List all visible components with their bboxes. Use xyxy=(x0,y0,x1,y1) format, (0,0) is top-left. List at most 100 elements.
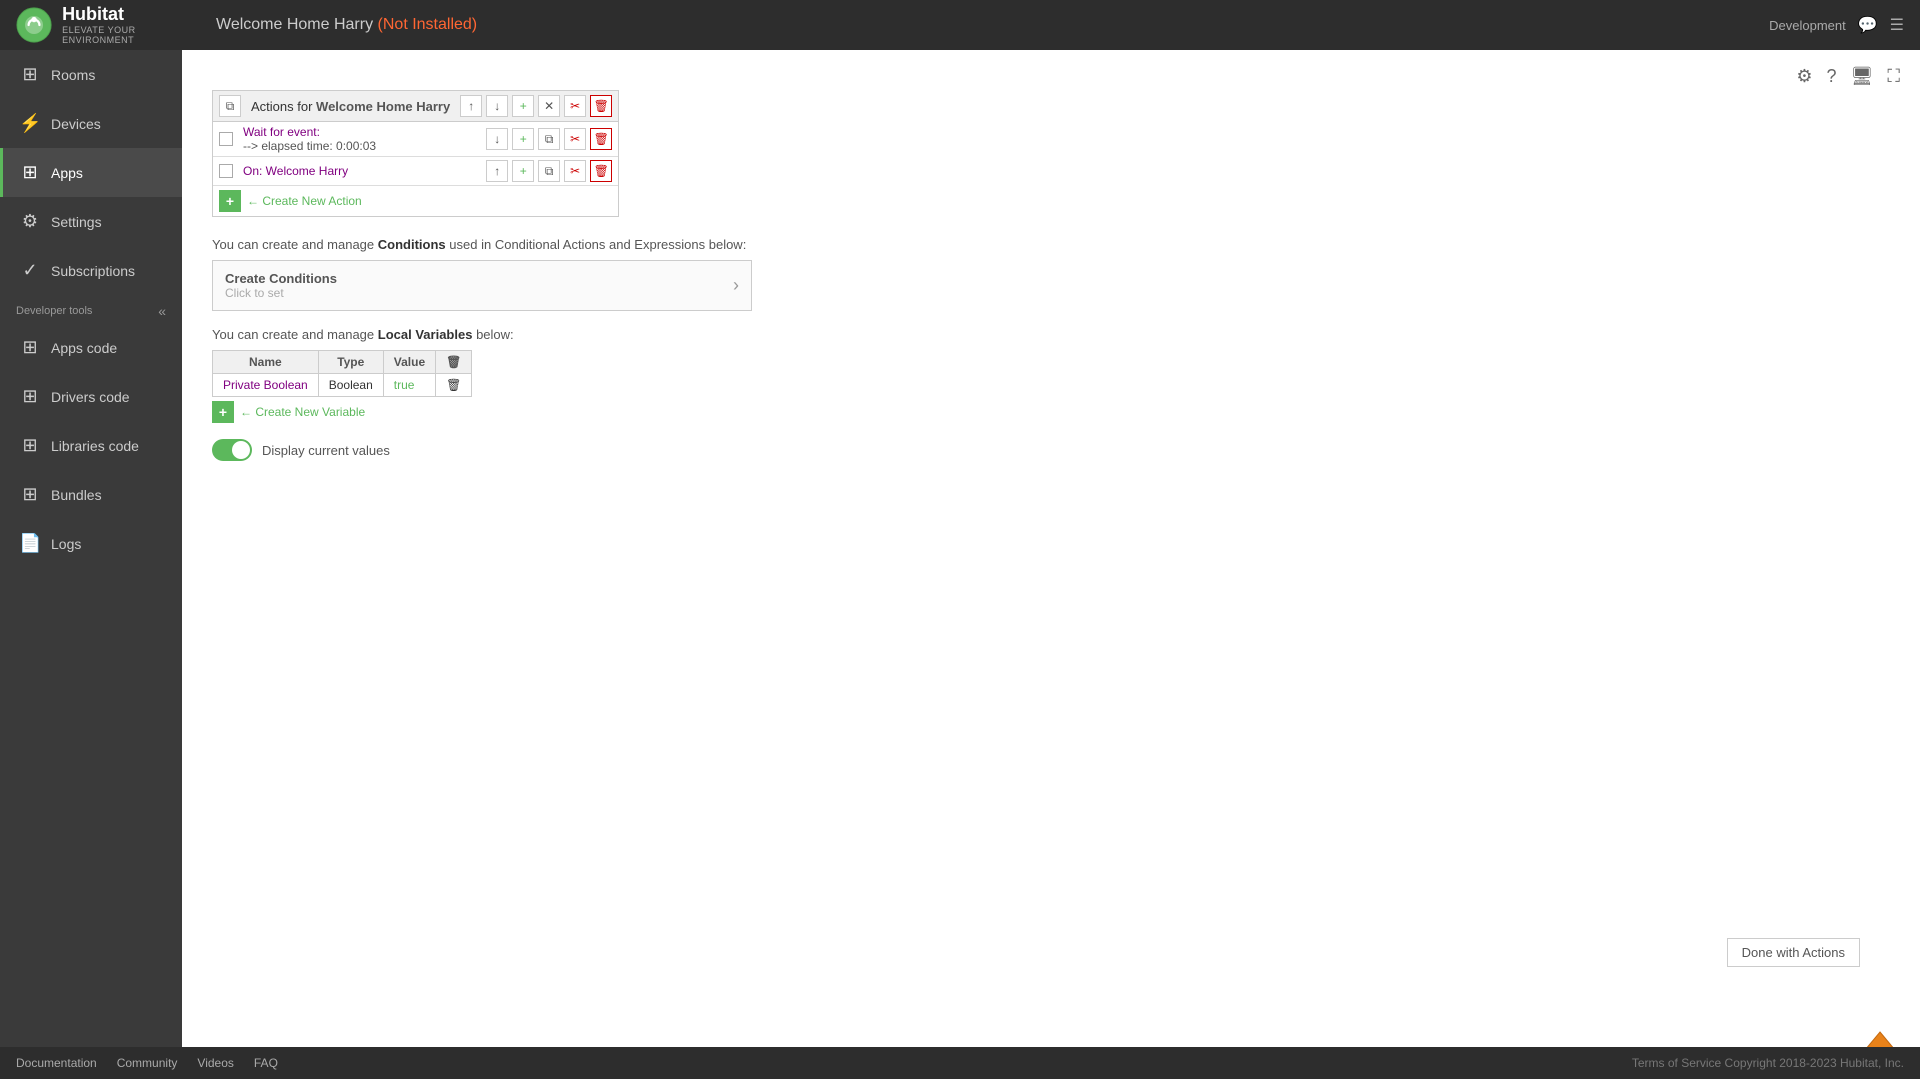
main-layout: ⊞ Rooms ⚡ Devices ⊞ Apps ⚙ Settings ✓ Su… xyxy=(0,50,1920,1047)
elapsed-text: --> elapsed time: 0:00:03 xyxy=(243,139,476,153)
row1-delete-btn[interactable]: 🗑 xyxy=(590,128,612,150)
devices-icon: ⚡ xyxy=(19,113,41,134)
add-var-row: + ← Create New Variable xyxy=(212,401,1890,423)
vars-col-delete: 🗑 xyxy=(436,351,472,374)
sidebar-item-label: Libraries code xyxy=(51,438,139,454)
row1-copy-btn[interactable]: ⧉ xyxy=(538,128,560,150)
row2-copy-btn[interactable]: ⧉ xyxy=(538,160,560,182)
footer-copyright: Terms of Service Copyright 2018-2023 Hub… xyxy=(1632,1056,1904,1070)
sidebar-item-apps[interactable]: ⊞ Apps xyxy=(0,148,182,197)
var-name-1: Private Boolean xyxy=(213,374,319,397)
sidebar-item-apps-code[interactable]: ⊞ Apps code xyxy=(0,323,182,372)
done-with-actions-btn[interactable]: Done with Actions xyxy=(1727,938,1860,967)
var-delete-1[interactable]: 🗑 xyxy=(436,374,472,397)
logs-icon: 📄 xyxy=(19,533,41,554)
var-type-1: Boolean xyxy=(318,374,383,397)
environment-label: Development xyxy=(1769,18,1846,33)
row1-down-btn[interactable]: ↓ xyxy=(486,128,508,150)
conditions-title: Create Conditions xyxy=(225,271,733,286)
on-text: On: Welcome Harry xyxy=(243,164,476,178)
logo-text-block: Hubitat ELEVATE YOUR ENVIRONMENT xyxy=(62,5,196,45)
help-icon[interactable]: ? xyxy=(1827,66,1837,87)
sidebar-item-label: Subscriptions xyxy=(51,263,135,279)
sidebar-item-bundles[interactable]: ⊞ Bundles xyxy=(0,470,182,519)
sidebar-item-settings[interactable]: ⚙ Settings xyxy=(0,197,182,246)
variables-table: Name Type Value 🗑 Private Boolean Boolea… xyxy=(212,350,472,397)
vars-col-value: Value xyxy=(383,351,435,374)
expand-icon[interactable]: ⛶ xyxy=(1887,66,1900,87)
hubitat-logo-icon xyxy=(16,5,52,45)
sidebar-item-label: Drivers code xyxy=(51,389,130,405)
sidebar-item-rooms[interactable]: ⊞ Rooms xyxy=(0,50,182,99)
row2-delete-btn[interactable]: 🗑 xyxy=(590,160,612,182)
conditions-arrow-icon: › xyxy=(733,275,739,296)
logo: Hubitat ELEVATE YOUR ENVIRONMENT xyxy=(16,5,196,45)
libraries-code-icon: ⊞ xyxy=(19,435,41,456)
row2-scissors-btn[interactable]: ✂ xyxy=(564,160,586,182)
row2-up-btn[interactable]: ↑ xyxy=(486,160,508,182)
scissors-btn[interactable]: ✂ xyxy=(564,95,586,117)
toggle-label: Display current values xyxy=(262,443,390,458)
subscriptions-icon: ✓ xyxy=(19,260,41,281)
notification-icon[interactable]: 💬 xyxy=(1858,15,1878,35)
actions-header-row: ⧉ Actions for Welcome Home Harry ↑ ↓ + ✕… xyxy=(213,91,618,122)
arrow-up-svg xyxy=(1850,1027,1910,1047)
footer-link-videos[interactable]: Videos xyxy=(197,1056,233,1070)
move-up-btn[interactable]: ↑ xyxy=(460,95,482,117)
footer-link-documentation[interactable]: Documentation xyxy=(16,1056,97,1070)
sidebar-item-devices[interactable]: ⚡ Devices xyxy=(0,99,182,148)
cancel-action-btn[interactable]: ✕ xyxy=(538,95,560,117)
header-title: Welcome Home Harry (Not Installed) xyxy=(196,16,1769,34)
sidebar-item-label: Bundles xyxy=(51,487,102,503)
footer: Documentation Community Videos FAQ Terms… xyxy=(0,1047,1920,1079)
sidebar: ⊞ Rooms ⚡ Devices ⊞ Apps ⚙ Settings ✓ Su… xyxy=(0,50,182,1047)
action-checkbox-1[interactable] xyxy=(219,132,233,146)
sidebar-item-label: Apps xyxy=(51,165,83,181)
row2-add-btn[interactable]: + xyxy=(512,160,534,182)
var-value-1: true xyxy=(383,374,435,397)
header-icons: Development 💬 ☰ xyxy=(1769,15,1904,35)
sidebar-item-subscriptions[interactable]: ✓ Subscriptions xyxy=(0,246,182,295)
conditions-subtitle: Click to set xyxy=(225,286,733,300)
add-action-btn[interactable]: + xyxy=(219,190,241,212)
footer-link-faq[interactable]: FAQ xyxy=(254,1056,278,1070)
sidebar-item-label: Logs xyxy=(51,536,81,552)
sidebar-item-drivers-code[interactable]: ⊞ Drivers code xyxy=(0,372,182,421)
apps-code-icon: ⊞ xyxy=(19,337,41,358)
delete-action-btn[interactable]: 🗑 xyxy=(590,95,612,117)
sidebar-item-label: Rooms xyxy=(51,67,95,83)
move-down-btn[interactable]: ↓ xyxy=(486,95,508,117)
row1-scissors-btn[interactable]: ✂ xyxy=(564,128,586,150)
wait-text: Wait for event: xyxy=(243,125,476,139)
action-checkbox-2[interactable] xyxy=(219,164,233,178)
menu-icon[interactable]: ☰ xyxy=(1890,15,1904,35)
create-var-link[interactable]: ← Create New Variable xyxy=(240,405,365,419)
vars-col-type: Type xyxy=(318,351,383,374)
sidebar-item-label: Apps code xyxy=(51,340,117,356)
add-var-btn[interactable]: + xyxy=(212,401,234,423)
collapse-dev-icon[interactable]: « xyxy=(158,303,166,319)
actions-title: Actions for Welcome Home Harry xyxy=(245,99,456,114)
action-content-wait: Wait for event: --> elapsed time: 0:00:0… xyxy=(237,125,482,153)
developer-tools-section: Developer tools « xyxy=(0,295,182,323)
gear-icon[interactable]: ⚙ xyxy=(1796,66,1812,87)
row1-add-btn[interactable]: + xyxy=(512,128,534,150)
display-toggle[interactable] xyxy=(212,439,252,461)
conditions-box[interactable]: Create Conditions Click to set › xyxy=(212,260,752,311)
sidebar-item-label: Settings xyxy=(51,214,102,230)
add-action-row: + ← Create New Action xyxy=(213,186,618,216)
settings-icon: ⚙ xyxy=(19,211,41,232)
display-toggle-row: Display current values xyxy=(212,439,1890,461)
content-toolbar: ⚙ ? 🖥 ⛶ xyxy=(1796,66,1900,87)
add-action-header-btn[interactable]: + xyxy=(512,95,534,117)
sidebar-item-logs[interactable]: 📄 Logs xyxy=(0,519,182,568)
copy-action-btn[interactable]: ⧉ xyxy=(219,95,241,117)
footer-link-community[interactable]: Community xyxy=(117,1056,178,1070)
sidebar-item-libraries-code[interactable]: ⊞ Libraries code xyxy=(0,421,182,470)
bundles-icon: ⊞ xyxy=(19,484,41,505)
create-action-link[interactable]: ← Create New Action xyxy=(247,194,362,208)
display-icon[interactable]: 🖥 xyxy=(1851,66,1874,87)
rooms-icon: ⊞ xyxy=(19,64,41,85)
conditions-intro: You can create and manage Conditions use… xyxy=(212,237,1890,252)
vars-col-name: Name xyxy=(213,351,319,374)
